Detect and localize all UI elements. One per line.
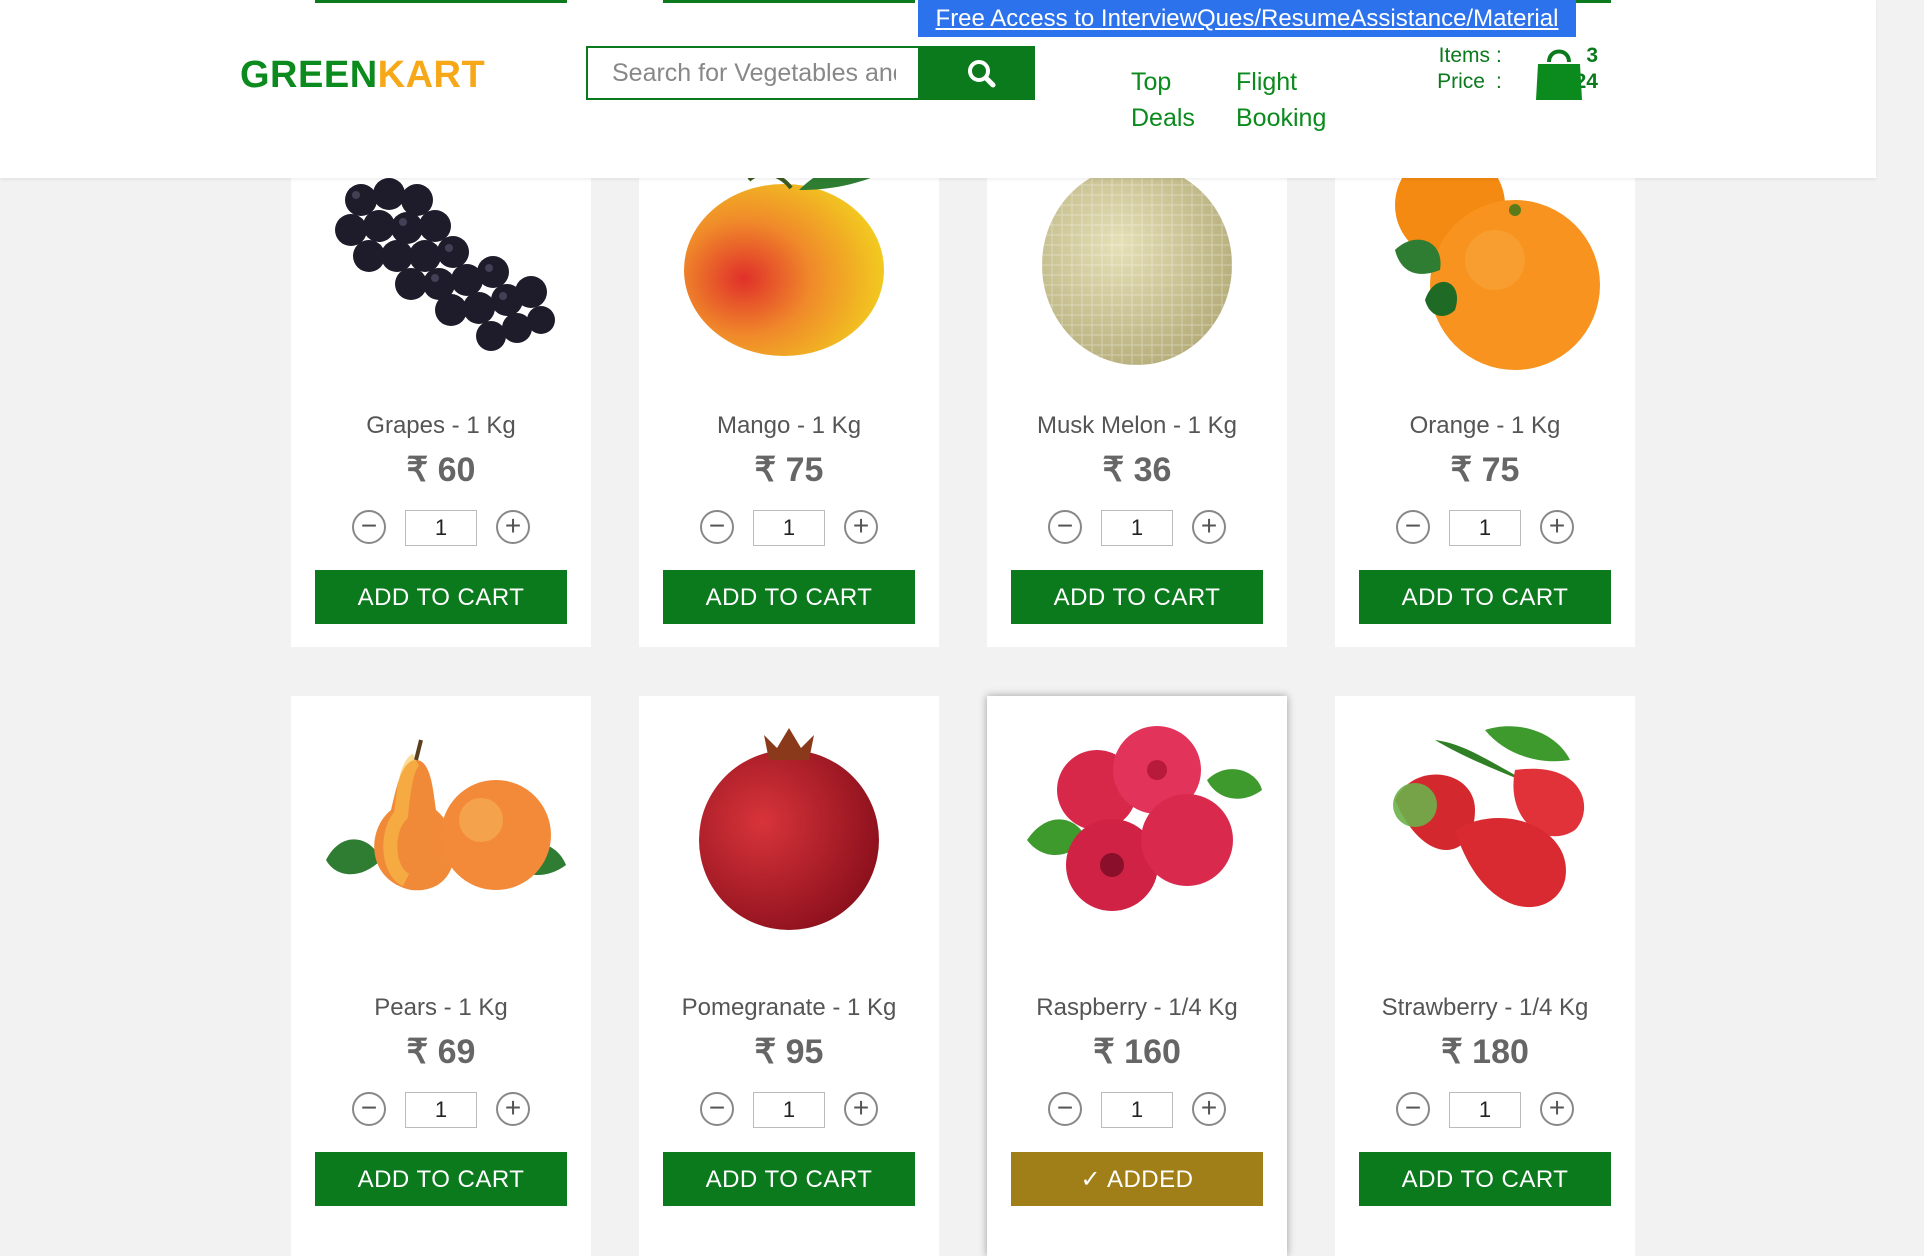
increment-button[interactable]: + (496, 1092, 530, 1126)
product-price: ₹ 69 (406, 1033, 476, 1071)
increment-button[interactable]: + (1192, 1092, 1226, 1126)
quantity-input[interactable]: 1 (405, 510, 477, 546)
logo-kart-text: KART (377, 54, 486, 96)
product-grid: Grapes - 1 Kg ₹ 60 − 1 + ADD TO CART Man… (0, 0, 1924, 1256)
scrolled-button-edge (663, 0, 915, 3)
mango-image (684, 161, 889, 356)
product-card-pomegranate: Pomegranate - 1 Kg ₹ 95 − 1 + ADD TO CAR… (639, 696, 939, 1256)
increment-button[interactable]: + (496, 510, 530, 544)
increment-button[interactable]: + (844, 510, 878, 544)
nav-top-deals-line2: Deals (1131, 104, 1195, 132)
quantity-input[interactable]: 1 (405, 1092, 477, 1128)
pomegranate-image (699, 728, 879, 930)
added-button[interactable]: ✓ ADDED (1011, 1152, 1263, 1206)
product-name: Musk Melon - 1 Kg (1036, 412, 1238, 439)
search-button[interactable] (918, 46, 1035, 100)
add-to-cart-button[interactable]: ADD TO CART (663, 570, 915, 624)
promo-link[interactable]: Free Access to InterviewQues/ResumeAssis… (918, 0, 1576, 37)
items-separator: : (1496, 44, 1502, 67)
product-price: ₹ 160 (1093, 1033, 1181, 1071)
orange-image (1395, 160, 1600, 370)
add-to-cart-button[interactable]: ADD TO CART (315, 1152, 567, 1206)
quantity-stepper: − 1 + (987, 1092, 1287, 1130)
quantity-stepper: − 1 + (291, 1092, 591, 1130)
quantity-stepper: − 1 + (1335, 510, 1635, 548)
add-to-cart-button[interactable]: ADD TO CART (663, 1152, 915, 1206)
nav-top-deals[interactable]: Top Deals (1131, 64, 1195, 136)
decrement-button[interactable]: − (1396, 510, 1430, 544)
increment-button[interactable]: + (1540, 1092, 1574, 1126)
strawberry-image (1393, 726, 1585, 908)
product-name: Pomegranate - 1 Kg (681, 994, 897, 1021)
quantity-input[interactable]: 1 (1101, 510, 1173, 546)
logo[interactable]: GREENKART (240, 54, 485, 97)
add-to-cart-button[interactable]: ADD TO CART (1011, 570, 1263, 624)
quantity-stepper: − 1 + (987, 510, 1287, 548)
quantity-input[interactable]: 1 (753, 510, 825, 546)
decrement-button[interactable]: − (352, 510, 386, 544)
quantity-input[interactable]: 1 (753, 1092, 825, 1128)
product-name: Strawberry - 1/4 Kg (1381, 994, 1589, 1021)
decrement-button[interactable]: − (352, 1092, 386, 1126)
increment-button[interactable]: + (1540, 510, 1574, 544)
decrement-button[interactable]: − (700, 1092, 734, 1126)
nav-flight-line2: Booking (1236, 104, 1327, 132)
product-price: ₹ 75 (754, 451, 824, 489)
increment-button[interactable]: + (844, 1092, 878, 1126)
product-price: ₹ 60 (406, 451, 476, 489)
logo-green-text: GREEN (240, 54, 378, 96)
nav-flight-line1: Flight (1236, 68, 1298, 96)
nav-flight-booking[interactable]: Flight Booking (1236, 64, 1326, 136)
product-price: ₹ 95 (754, 1033, 824, 1071)
product-name: Orange - 1 Kg (1409, 412, 1561, 439)
add-to-cart-button[interactable]: ADD TO CART (1359, 1152, 1611, 1206)
decrement-button[interactable]: − (700, 510, 734, 544)
product-name: Raspberry - 1/4 Kg (1036, 994, 1238, 1021)
items-label: Items (1438, 44, 1490, 67)
decrement-button[interactable]: − (1048, 1092, 1082, 1126)
decrement-button[interactable]: − (1048, 510, 1082, 544)
price-separator: : (1496, 70, 1502, 93)
grapes-image (335, 178, 555, 351)
decrement-button[interactable]: − (1396, 1092, 1430, 1126)
product-name: Pears - 1 Kg (374, 994, 508, 1021)
add-to-cart-button[interactable]: ADD TO CART (1359, 570, 1611, 624)
quantity-input[interactable]: 1 (1449, 510, 1521, 546)
search-icon (968, 60, 996, 88)
quantity-stepper: − 1 + (639, 510, 939, 548)
product-card-pears: Pears - 1 Kg ₹ 69 − 1 + ADD TO CART (291, 696, 591, 1256)
cart-bag-icon[interactable] (1534, 44, 1584, 102)
nav-top-deals-line1: Top (1131, 68, 1172, 96)
price-label: Price (1437, 70, 1485, 93)
increment-button[interactable]: + (1192, 510, 1226, 544)
pears-image (326, 739, 566, 891)
product-card-raspberry: Raspberry - 1/4 Kg ₹ 160 − 1 + ✓ ADDED (987, 696, 1287, 1256)
product-name: Grapes - 1 Kg (366, 412, 516, 439)
product-price: ₹ 36 (1102, 451, 1172, 489)
product-card-strawberry: Strawberry - 1/4 Kg ₹ 180 − 1 + ADD TO C… (1335, 696, 1635, 1256)
raspberry-image (1027, 726, 1262, 911)
product-price: ₹ 75 (1450, 451, 1520, 489)
product-name: Mango - 1 Kg (716, 412, 862, 439)
add-to-cart-button[interactable]: ADD TO CART (315, 570, 567, 624)
quantity-input[interactable]: 1 (1101, 1092, 1173, 1128)
scrolled-button-edge (315, 0, 567, 3)
quantity-stepper: − 1 + (291, 510, 591, 548)
search-input[interactable] (586, 46, 920, 100)
quantity-stepper: − 1 + (639, 1092, 939, 1130)
product-price: ₹ 180 (1441, 1033, 1529, 1071)
quantity-stepper: − 1 + (1335, 1092, 1635, 1130)
quantity-input[interactable]: 1 (1449, 1092, 1521, 1128)
musk-melon-image (1042, 165, 1232, 365)
